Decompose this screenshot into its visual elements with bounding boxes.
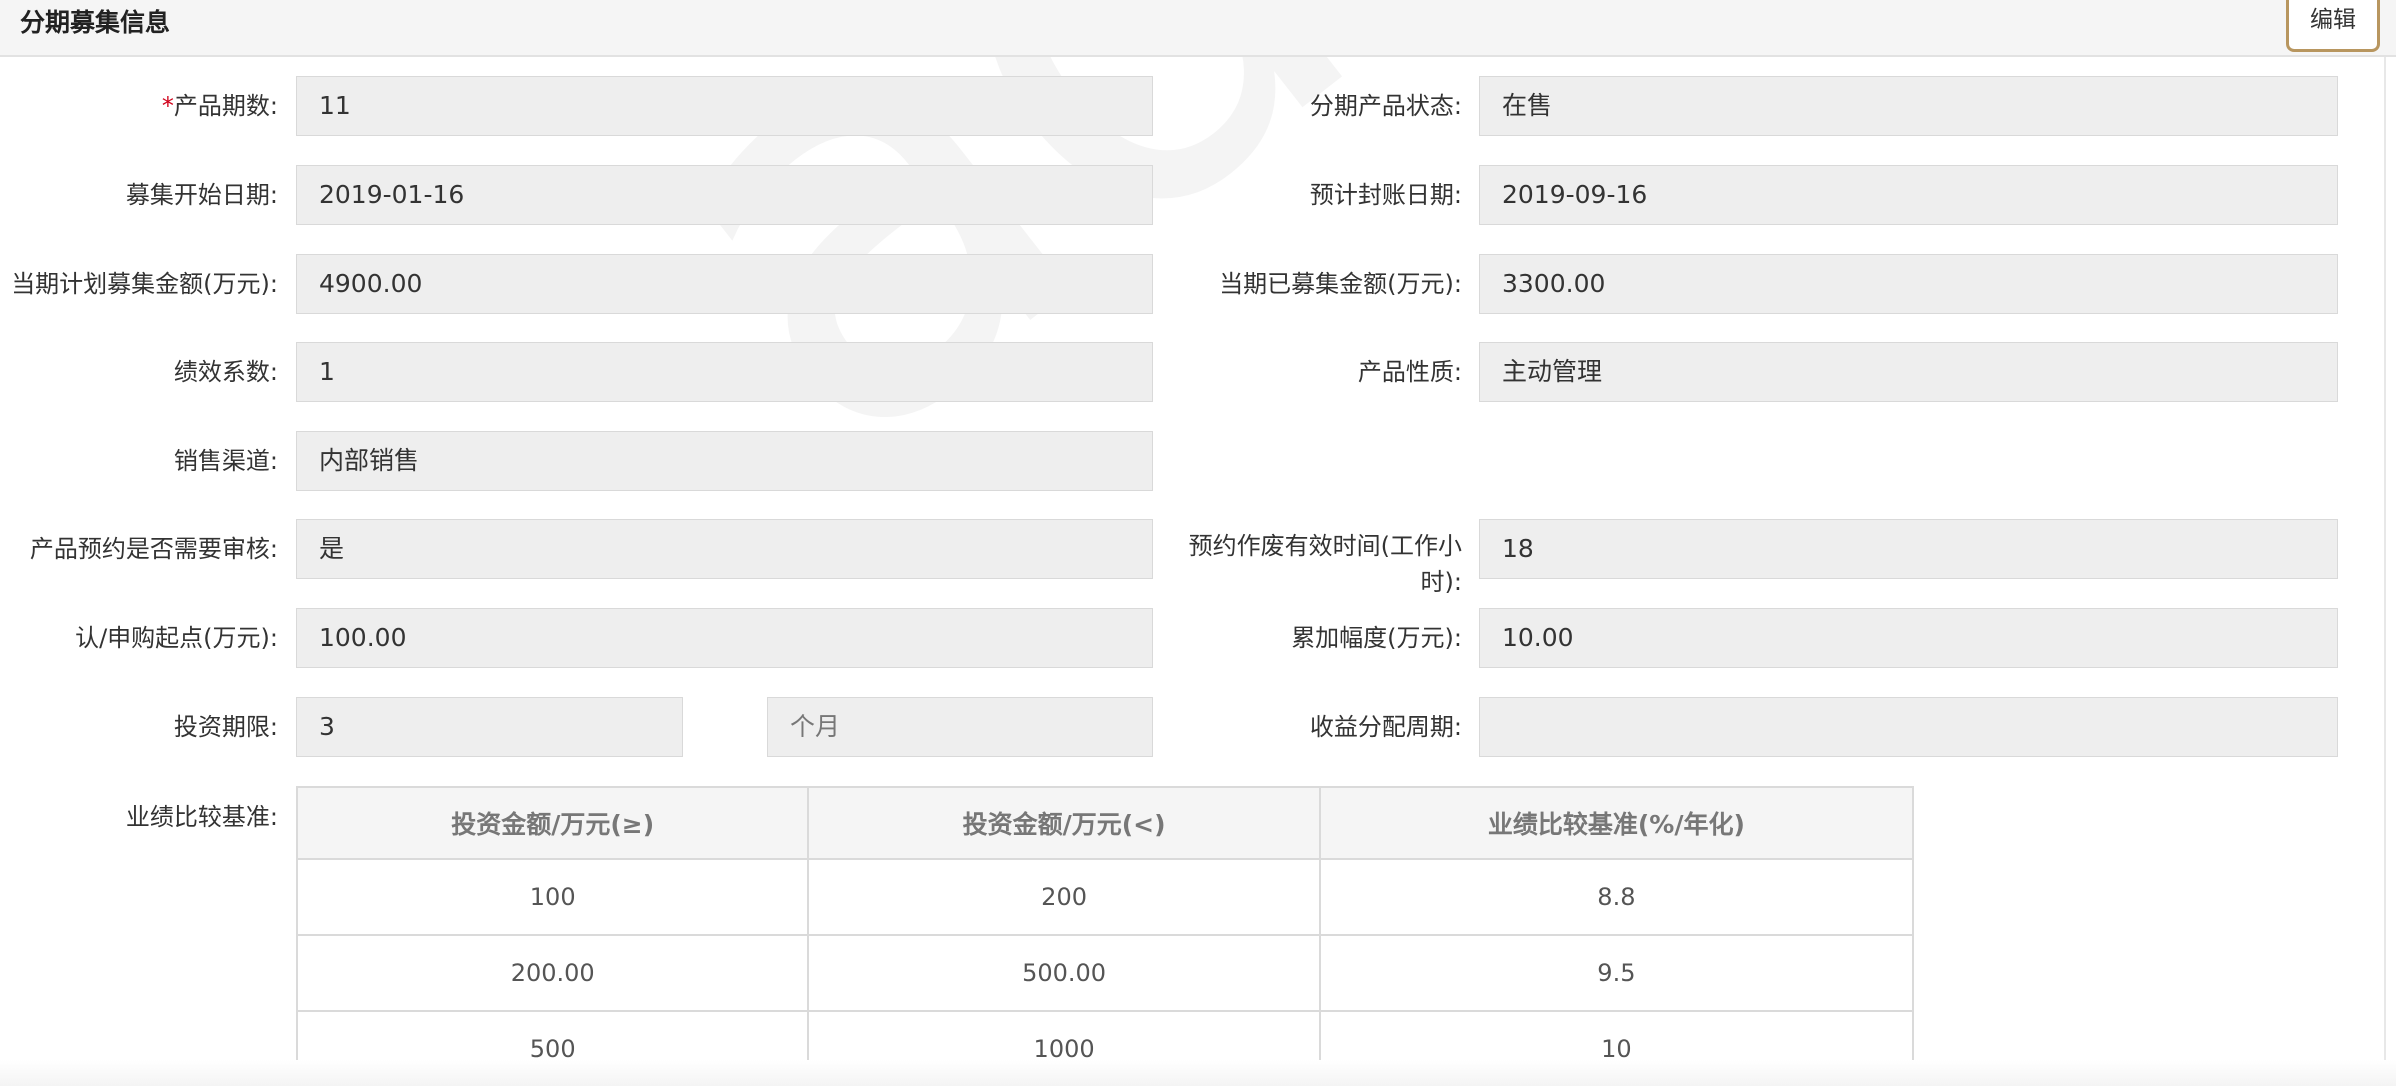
period-label-text: 产品期数:: [173, 92, 278, 120]
section-header: 分期募集信息: [0, 0, 2396, 57]
column-header-benchmark-rate: 业绩比较基准(%/年化): [1318, 786, 1915, 860]
distribution-label: 收益分配周期:: [1309, 713, 1462, 741]
period-field[interactable]: 11: [296, 76, 1153, 136]
status-label: 分期产品状态:: [1309, 92, 1462, 120]
review-label: 产品预约是否需要审核:: [29, 535, 278, 563]
raised-amount-field[interactable]: 3300.00: [1479, 254, 2338, 314]
term-unit-select[interactable]: 个月: [767, 697, 1153, 757]
term-field[interactable]: 3: [296, 697, 683, 757]
raised-amount-label: 当期已募集金额(万元):: [1219, 270, 1462, 298]
term-label: 投资期限:: [173, 713, 278, 741]
column-header-min-amount: 投资金额/万元(≥): [295, 786, 810, 860]
page: admin 分期募集信息 编辑 *产品期数: 11 分期产品状态: 在售 募集开…: [0, 0, 2396, 1086]
void-time-label-line1: 预约作废有效时间(工作小: [1188, 532, 1462, 560]
period-label: *产品期数:: [0, 89, 278, 123]
benchmark-label: 业绩比较基准:: [125, 803, 278, 831]
planned-amount-label: 当期计划募集金额(万元):: [11, 270, 278, 298]
table-cell: 500.00: [807, 934, 1321, 1012]
table-cell: 200: [807, 858, 1321, 936]
panel-border: [2384, 57, 2386, 1086]
channel-label: 销售渠道:: [173, 447, 278, 475]
void-time-field[interactable]: 18: [1479, 519, 2338, 579]
increment-field[interactable]: 10.00: [1479, 608, 2338, 668]
status-field[interactable]: 在售: [1479, 76, 2338, 136]
table-cell: 9.5: [1318, 934, 1915, 1012]
table-cell: 200.00: [295, 934, 810, 1012]
section-title: 分期募集信息: [20, 8, 171, 37]
nature-label: 产品性质:: [1357, 358, 1462, 386]
void-time-label: 预约作废有效时间(工作小 时):: [1170, 528, 1462, 600]
column-header-max-amount: 投资金额/万元(<): [807, 786, 1321, 860]
required-mark: *: [161, 92, 174, 120]
table-cell: 100: [295, 858, 810, 936]
perf-coef-field[interactable]: 1: [296, 342, 1153, 402]
nature-field[interactable]: 主动管理: [1479, 342, 2338, 402]
perf-coef-label: 绩效系数:: [173, 358, 278, 386]
table-row: 200.00 500.00 9.5: [295, 934, 1915, 1012]
increment-label: 累加幅度(万元):: [1291, 624, 1462, 652]
review-field[interactable]: 是: [296, 519, 1153, 579]
planned-amount-field[interactable]: 4900.00: [296, 254, 1153, 314]
void-time-label-line2: 时):: [1420, 568, 1462, 596]
min-subscribe-label: 认/申购起点(万元):: [75, 624, 278, 652]
close-date-label: 预计封账日期:: [1309, 181, 1462, 209]
min-subscribe-field[interactable]: 100.00: [296, 608, 1153, 668]
bottom-edge: [0, 1060, 2396, 1086]
benchmark-table: 投资金额/万元(≥) 投资金额/万元(<) 业绩比较基准(%/年化) 100 2…: [295, 786, 1915, 1086]
table-row: 100 200 8.8: [295, 858, 1915, 936]
table-cell: 8.8: [1318, 858, 1915, 936]
table-header-row: 投资金额/万元(≥) 投资金额/万元(<) 业绩比较基准(%/年化): [295, 786, 1915, 860]
close-date-field[interactable]: 2019-09-16: [1479, 165, 2338, 225]
raise-start-label: 募集开始日期:: [125, 181, 278, 209]
distribution-field[interactable]: [1479, 697, 2338, 757]
raise-start-field[interactable]: 2019-01-16: [296, 165, 1153, 225]
channel-field[interactable]: 内部销售: [296, 431, 1153, 491]
edit-button[interactable]: 编辑: [2286, 0, 2380, 52]
